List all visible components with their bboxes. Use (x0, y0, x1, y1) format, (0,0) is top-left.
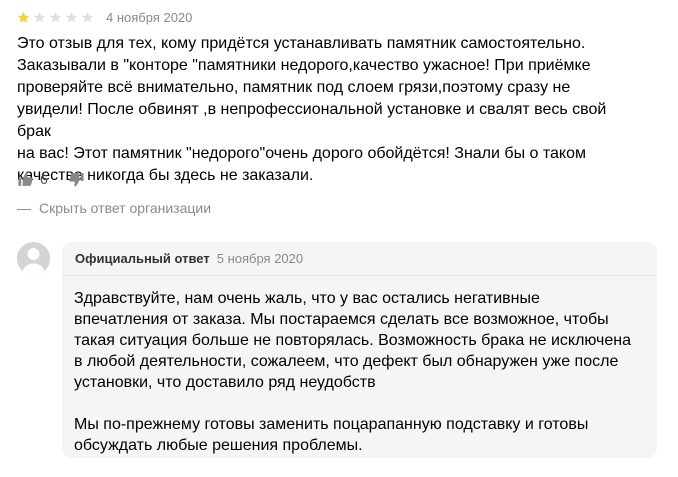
review-card: 4 ноября 2020 Это отзыв для тех, кому пр… (0, 0, 678, 477)
organization-avatar (17, 242, 50, 275)
star-icon (17, 11, 30, 23)
rating-row: 4 ноября 2020 (17, 8, 192, 26)
thumbs-down-icon (69, 172, 84, 187)
reply-text: Здравствуйте, нам очень жаль, что у вас … (74, 290, 632, 454)
star-icon (49, 11, 62, 23)
hide-reply-link[interactable]: — Скрыть ответ организации (17, 200, 211, 216)
review-date: 4 ноября 2020 (106, 9, 193, 25)
reply-date: 5 ноября 2020 (216, 251, 304, 266)
user-avatar-icon (17, 242, 50, 275)
like-count: 6 (40, 171, 48, 187)
reply-divider (62, 275, 657, 276)
like-button[interactable]: 6 (17, 171, 48, 188)
dislike-button[interactable] (68, 171, 85, 188)
dash-symbol: — (17, 200, 31, 216)
star-icon (81, 11, 94, 23)
review-actions: 6 (17, 169, 85, 189)
star-icon (33, 11, 46, 23)
thumbs-up-icon (18, 171, 33, 186)
reply-header: Официальный ответ 5 ноября 2020 (75, 251, 303, 266)
review-text: Это отзыв для тех, кому придётся устанав… (17, 35, 607, 184)
reply-author: Официальный ответ (75, 251, 210, 266)
hide-reply-label: Скрыть ответ организации (39, 200, 212, 216)
rating-stars (17, 11, 94, 24)
organization-reply: Официальный ответ 5 ноября 2020 Здравств… (62, 242, 657, 458)
star-icon (65, 11, 78, 23)
